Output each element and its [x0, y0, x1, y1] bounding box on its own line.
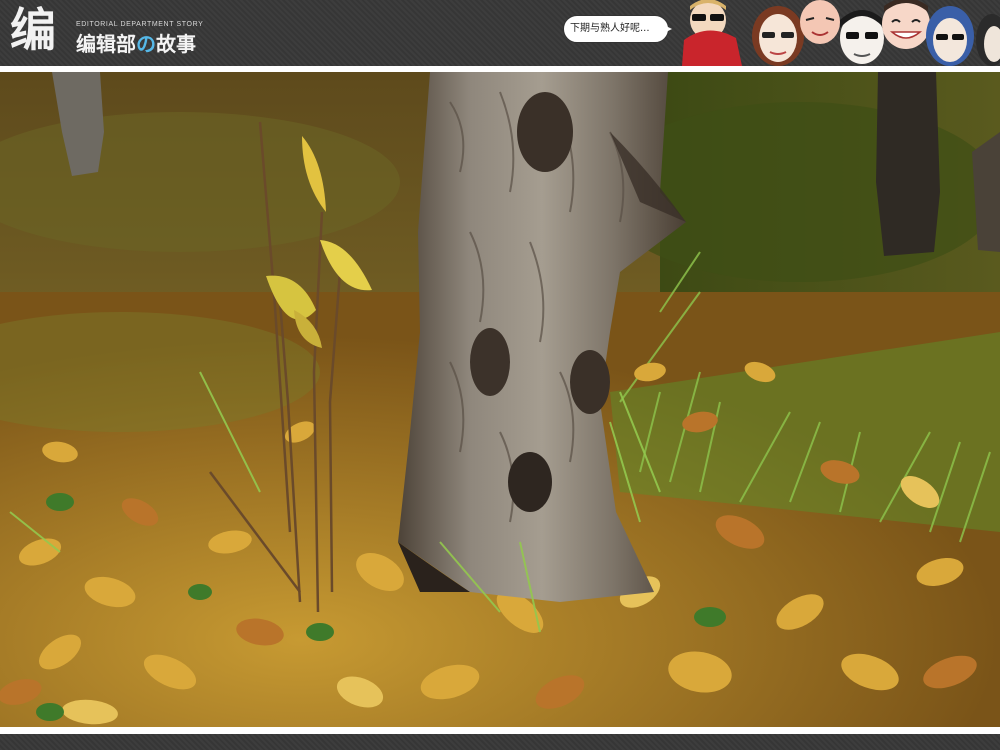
face-edge — [976, 14, 1000, 66]
autumn-tree-photo — [0, 72, 1000, 727]
logo-name[interactable]: 编辑部の故事 — [76, 32, 196, 56]
speech-bubble-tail — [662, 24, 672, 34]
face-blue-hair — [926, 6, 974, 66]
face-smiling — [882, 0, 930, 49]
logo-name-post: 故事 — [156, 32, 196, 56]
site-header: 编 EDITORIAL DEPARTMENT STORY 编辑部の故事 下期与熟… — [0, 0, 1000, 66]
logo-name-accent: の — [136, 32, 156, 56]
face-sunglasses-scarf — [682, 0, 742, 66]
site-footer — [0, 734, 1000, 750]
face-woman-brown-hair — [752, 6, 804, 66]
logo-mark[interactable]: 编 — [10, 4, 56, 56]
face-glasses-man — [840, 10, 884, 64]
character-faces-icon — [682, 0, 1000, 66]
face-bald-man — [800, 0, 840, 44]
speech-bubble: 下期与熟人好呢... — [563, 15, 669, 43]
logo-name-pre: 编辑部 — [76, 32, 136, 56]
nature-photo — [0, 72, 1000, 727]
logo-subtitle: EDITORIAL DEPARTMENT STORY — [76, 21, 204, 28]
footer-separator — [0, 727, 1000, 734]
